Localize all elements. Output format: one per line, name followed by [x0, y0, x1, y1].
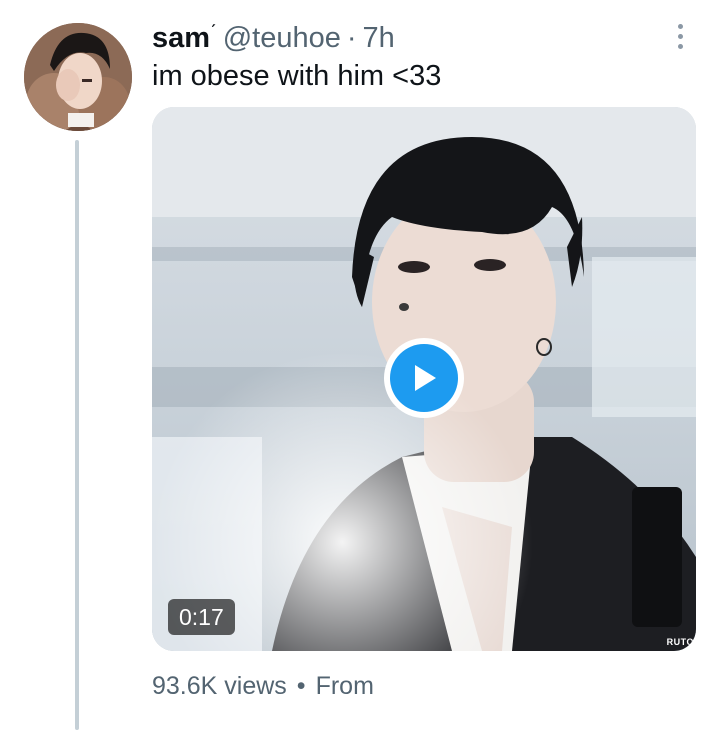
- more-options-button[interactable]: [666, 20, 694, 52]
- avatar[interactable]: [24, 23, 132, 131]
- source-label[interactable]: From: [316, 672, 374, 701]
- user-handle[interactable]: @teuhoe: [223, 22, 341, 55]
- name-suffix: ˊ: [210, 22, 217, 44]
- footer-separator: •: [296, 672, 306, 700]
- play-icon: [390, 344, 458, 412]
- avatar-image: [24, 23, 132, 131]
- video-watermark: RUTO: [666, 637, 694, 647]
- more-vertical-icon-dot-3: [677, 43, 683, 49]
- video-duration-badge: 0:17: [168, 599, 235, 635]
- tweet-time[interactable]: 7h: [363, 22, 395, 55]
- more-vertical-icon: [677, 23, 683, 29]
- display-name[interactable]: samˊ: [152, 22, 217, 55]
- video-player[interactable]: 0:17 RUTO: [152, 107, 696, 651]
- tweet: samˊ @teuhoe · 7h im obese with him <33: [0, 0, 720, 730]
- header-separator: ·: [346, 22, 357, 54]
- tweet-header: samˊ @teuhoe · 7h: [152, 22, 395, 56]
- thread-line: [75, 140, 79, 730]
- tweet-footer: 93.6K views • From: [152, 672, 374, 701]
- view-count: 93.6K views: [152, 672, 287, 700]
- more-vertical-icon-dot-2: [677, 33, 683, 39]
- tweet-text: im obese with him <33: [152, 60, 442, 92]
- play-button[interactable]: [384, 338, 464, 418]
